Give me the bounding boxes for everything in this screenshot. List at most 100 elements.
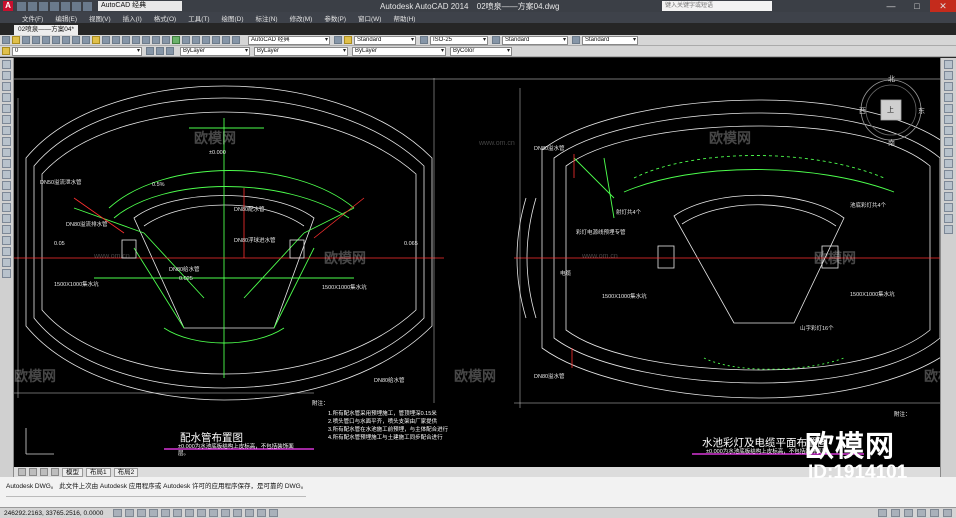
mtext-icon[interactable] xyxy=(2,258,11,267)
construction-line-icon[interactable] xyxy=(2,71,11,80)
viewcube-top-face[interactable]: 上 xyxy=(887,105,894,115)
lock-icon[interactable] xyxy=(930,509,939,517)
properties-icon[interactable] xyxy=(172,36,180,44)
help-icon[interactable] xyxy=(232,36,240,44)
print-icon[interactable] xyxy=(61,1,70,11)
extend-icon[interactable] xyxy=(944,170,953,179)
undo-icon[interactable] xyxy=(72,1,81,11)
text-style-icon[interactable] xyxy=(344,36,352,44)
new-file-icon[interactable] xyxy=(17,1,26,11)
make-block-icon[interactable] xyxy=(2,192,11,201)
revision-cloud-icon[interactable] xyxy=(2,137,11,146)
block-editor-icon[interactable] xyxy=(102,36,110,44)
grid-display-icon[interactable] xyxy=(137,509,147,517)
next-layout-icon[interactable] xyxy=(40,468,48,476)
save-icon[interactable] xyxy=(39,1,48,11)
quick-properties-icon[interactable] xyxy=(257,509,267,517)
tab-document[interactable]: 02喷泉——方案04* xyxy=(14,25,78,35)
ellipse-icon[interactable] xyxy=(2,159,11,168)
table-icon[interactable] xyxy=(2,247,11,256)
make-current-layer-icon[interactable] xyxy=(146,47,154,55)
polar-tracking-icon[interactable] xyxy=(161,509,171,517)
infer-constraints-icon[interactable] xyxy=(113,509,123,517)
layer-state-icon[interactable] xyxy=(166,47,174,55)
drawing-canvas[interactable]: DN50溢流泄水管 1500X1000集水坑 DN80溢流排水管 DN80浮球进… xyxy=(14,58,940,467)
menu-insert[interactable]: 插入(I) xyxy=(123,13,142,23)
menu-parametric[interactable]: 参数(P) xyxy=(324,13,346,23)
maximize-button[interactable]: □ xyxy=(904,0,930,12)
line-icon[interactable] xyxy=(2,60,11,69)
save-icon[interactable] xyxy=(22,36,30,44)
stretch-icon[interactable] xyxy=(944,148,953,157)
point-icon[interactable] xyxy=(2,203,11,212)
menu-view[interactable]: 视图(V) xyxy=(89,13,111,23)
trim-icon[interactable] xyxy=(944,159,953,168)
paste-icon[interactable] xyxy=(82,36,90,44)
pan-icon[interactable] xyxy=(132,36,140,44)
open-file-icon[interactable] xyxy=(28,1,37,11)
menu-window[interactable]: 窗口(W) xyxy=(358,13,381,23)
text-style-combo[interactable]: Standard xyxy=(354,35,416,45)
open-icon[interactable] xyxy=(12,36,20,44)
table-style-combo[interactable]: Standard xyxy=(502,35,568,45)
tab-layout1[interactable]: 布局1 xyxy=(86,467,111,477)
spline-icon[interactable] xyxy=(2,148,11,157)
publish-icon[interactable] xyxy=(52,36,60,44)
offset-icon[interactable] xyxy=(944,93,953,102)
redo-icon[interactable] xyxy=(122,36,130,44)
menu-help[interactable]: 帮助(H) xyxy=(393,13,415,23)
copy-icon[interactable] xyxy=(72,36,80,44)
gradient-icon[interactable] xyxy=(2,225,11,234)
snap-mode-icon[interactable] xyxy=(125,509,135,517)
zoom-window-icon[interactable] xyxy=(152,36,160,44)
markup-icon[interactable] xyxy=(212,36,220,44)
autocad-logo-icon[interactable]: A xyxy=(3,1,13,11)
annotation-scale-icon[interactable] xyxy=(904,509,913,517)
join-icon[interactable] xyxy=(944,192,953,201)
minimize-button[interactable]: — xyxy=(878,0,904,12)
array-icon[interactable] xyxy=(944,104,953,113)
linetype-combo[interactable]: ByLayer xyxy=(254,46,348,56)
tool-palettes-icon[interactable] xyxy=(192,36,200,44)
color-combo[interactable]: ByLayer xyxy=(180,46,250,56)
transparency-icon[interactable] xyxy=(245,509,255,517)
search-input[interactable]: 键入关键字或短语 xyxy=(662,1,772,11)
copy-object-icon[interactable] xyxy=(944,71,953,80)
first-layout-icon[interactable] xyxy=(18,468,26,476)
dim-style-combo[interactable]: ISO-25 xyxy=(430,35,488,45)
menu-modify[interactable]: 修改(M) xyxy=(290,13,313,23)
tab-layout2[interactable]: 布局2 xyxy=(113,467,139,477)
close-button[interactable]: ✕ xyxy=(930,0,956,12)
match-properties-icon[interactable] xyxy=(92,36,100,44)
undo-icon[interactable] xyxy=(112,36,120,44)
quick-view-layouts-icon[interactable] xyxy=(891,509,900,517)
calculator-icon[interactable] xyxy=(222,36,230,44)
dynamic-input-icon[interactable] xyxy=(221,509,231,517)
move-icon[interactable] xyxy=(944,115,953,124)
lineweight-combo[interactable]: ByLayer xyxy=(352,46,446,56)
tab-model[interactable]: 模型 xyxy=(62,467,83,477)
rectangle-icon[interactable] xyxy=(2,104,11,113)
zoom-previous-icon[interactable] xyxy=(162,36,170,44)
ellipse-arc-icon[interactable] xyxy=(2,170,11,179)
new-icon[interactable] xyxy=(2,36,10,44)
previous-layout-icon[interactable] xyxy=(29,468,37,476)
workspace-settings-icon[interactable] xyxy=(334,36,342,44)
erase-icon[interactable] xyxy=(944,60,953,69)
scale-icon[interactable] xyxy=(944,137,953,146)
mleader-style-icon[interactable] xyxy=(572,36,580,44)
last-layout-icon[interactable] xyxy=(51,468,59,476)
workspace-switch-icon[interactable] xyxy=(917,509,926,517)
layer-previous-icon[interactable] xyxy=(156,47,164,55)
fillet-icon[interactable] xyxy=(944,214,953,223)
hatch-icon[interactable] xyxy=(2,214,11,223)
selection-cycling-icon[interactable] xyxy=(269,509,279,517)
break-icon[interactable] xyxy=(944,181,953,190)
circle-icon[interactable] xyxy=(2,126,11,135)
table-style-icon[interactable] xyxy=(492,36,500,44)
arc-icon[interactable] xyxy=(2,115,11,124)
clean-screen-icon[interactable] xyxy=(943,509,952,517)
menu-tools[interactable]: 工具(T) xyxy=(188,13,209,23)
plotstyle-combo[interactable]: ByColor xyxy=(450,46,512,56)
object-snap-icon[interactable] xyxy=(173,509,183,517)
